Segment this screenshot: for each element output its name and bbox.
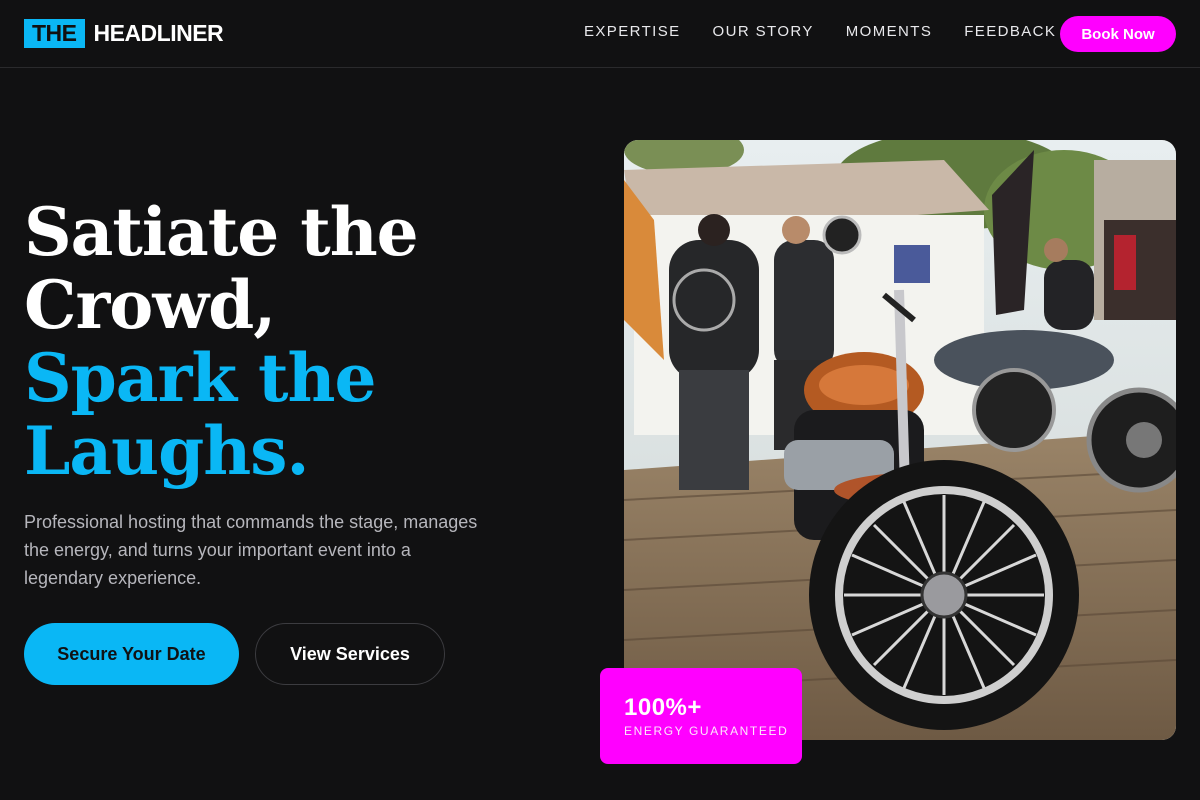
main-nav: EXPERTISE OUR STORY MOMENTS FEEDBACK bbox=[584, 23, 1088, 41]
nav-link-moments[interactable]: MOMENTS bbox=[846, 23, 932, 41]
hero-description: Professional hosting that commands the s… bbox=[24, 512, 478, 588]
hero-title-accent-line-2: Laughs. bbox=[24, 412, 309, 490]
hero-title-line-2: Crowd, bbox=[24, 266, 276, 344]
hero-title: Satiate the Crowd, Spark the Laughs. bbox=[24, 193, 419, 490]
hero-title-line-1: Satiate the bbox=[24, 193, 419, 271]
nav-link-feedback[interactable]: FEEDBACK bbox=[964, 23, 1056, 41]
site-header: THE HEADLINER EXPERTISE OUR STORY MOMENT… bbox=[0, 0, 1200, 68]
badge-label: ENERGY GUARANTEED bbox=[624, 724, 789, 738]
energy-badge: 100%+ ENERGY GUARANTEED bbox=[600, 668, 802, 764]
hero-title-accent-line-1: Spark the bbox=[24, 339, 377, 417]
nav-link-our-story[interactable]: OUR STORY bbox=[713, 23, 814, 41]
logo-text: HEADLINER bbox=[93, 20, 224, 46]
nav-link-expertise[interactable]: EXPERTISE bbox=[584, 23, 681, 41]
brand-logo[interactable]: THE HEADLINER bbox=[24, 19, 224, 48]
book-now-button[interactable]: Book Now bbox=[1060, 16, 1176, 52]
badge-value: 100%+ bbox=[624, 694, 702, 721]
view-services-button[interactable]: View Services bbox=[255, 623, 445, 685]
motorcycle-photo-icon bbox=[624, 140, 1176, 740]
hero-photo bbox=[624, 140, 1176, 740]
secure-your-date-button[interactable]: Secure Your Date bbox=[24, 623, 239, 685]
logo-box: THE bbox=[24, 19, 85, 48]
